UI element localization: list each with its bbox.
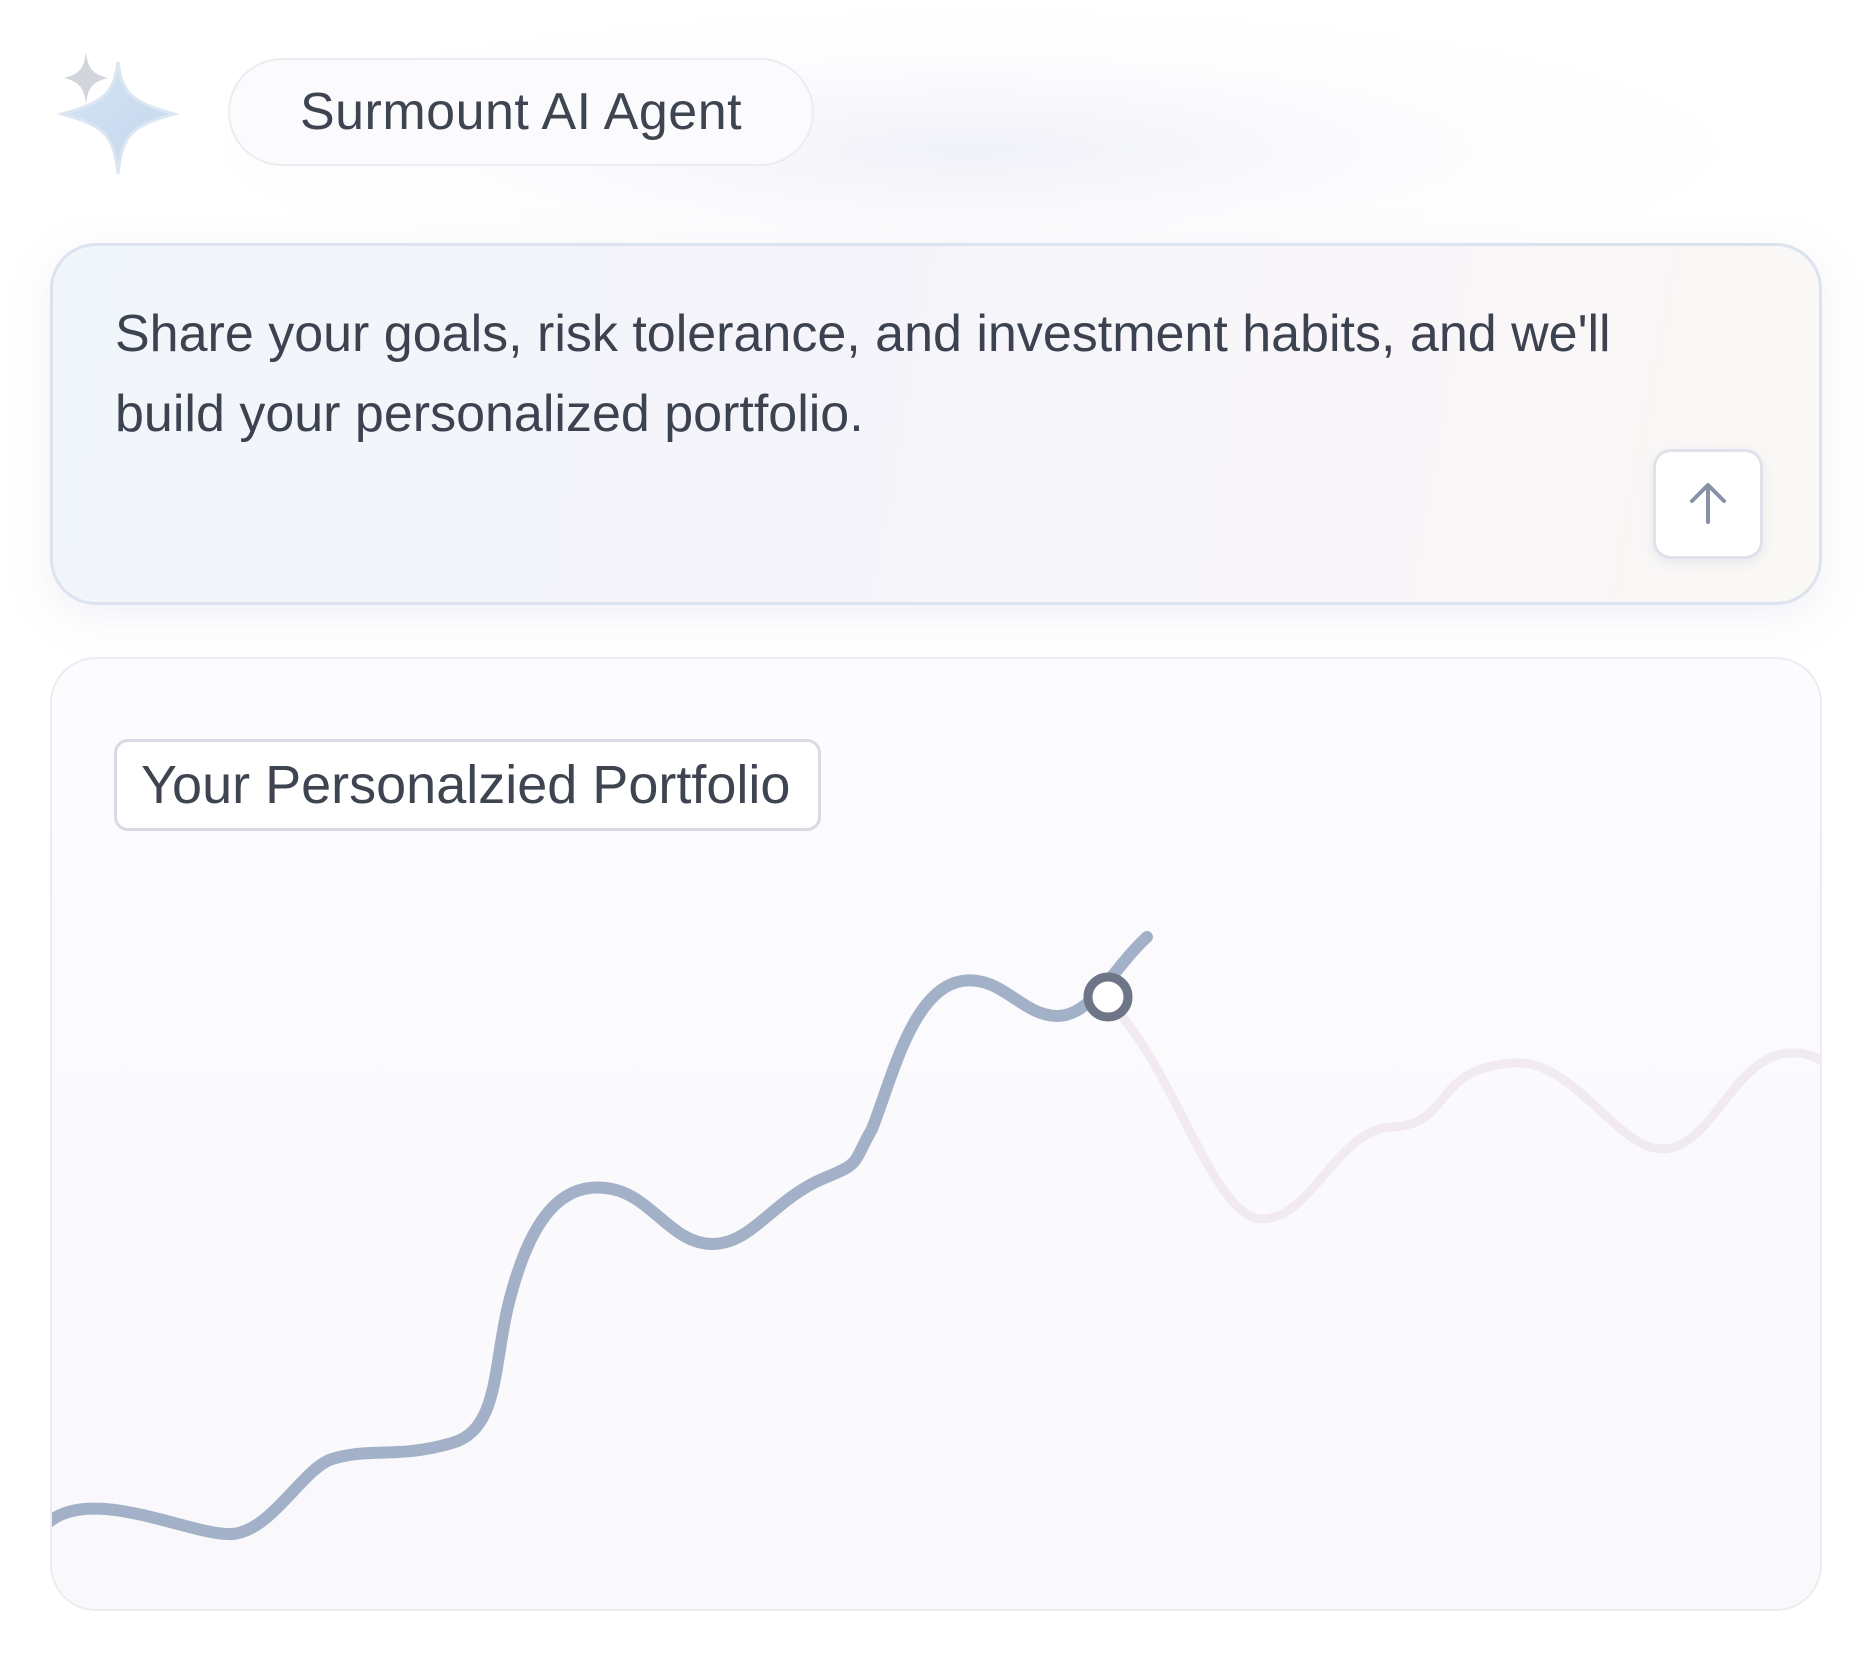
portfolio-title: Your Personalzied Portfolio <box>114 739 822 831</box>
prompt-input-box[interactable]: Share your goals, risk tolerance, and in… <box>50 243 1822 605</box>
arrow-up-icon <box>1690 483 1726 524</box>
current-value-marker[interactable] <box>1083 972 1133 1022</box>
sparkle-icon <box>56 52 180 175</box>
performance-line <box>52 931 1153 1541</box>
portfolio-title-label: Your Personalzied Portfolio <box>141 755 791 815</box>
agent-name: Surmount AI Agent <box>299 83 743 141</box>
agent-name-pill: Surmount AI Agent <box>228 58 814 166</box>
portfolio-card: Your Personalzied Portfolio <box>50 657 1822 1611</box>
send-button[interactable] <box>1653 449 1763 559</box>
projected-line <box>1102 996 1820 1224</box>
prompt-text[interactable]: Share your goals, risk tolerance, and in… <box>115 294 1675 454</box>
app-root: Surmount AI Agent Share your goals, risk… <box>0 0 1864 1656</box>
